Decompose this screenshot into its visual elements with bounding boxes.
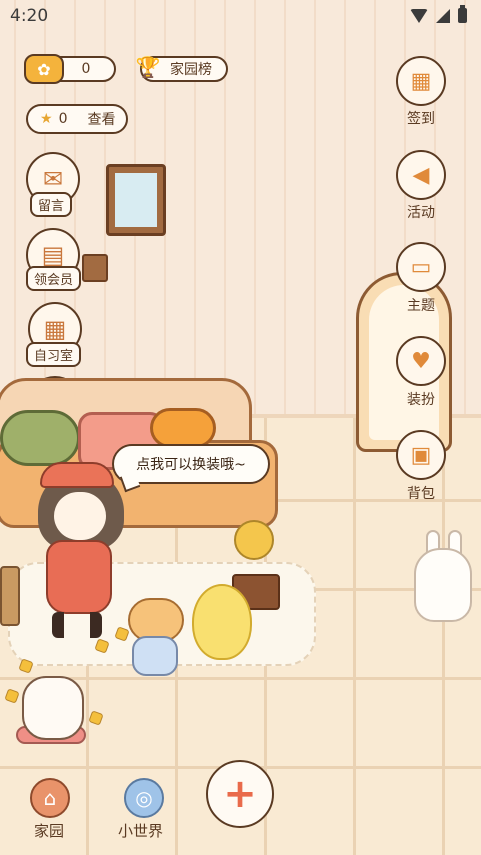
add-button[interactable]: + [206, 760, 274, 828]
house-icon: ⌂ [43, 786, 57, 810]
dress-up-button[interactable]: ♥ [396, 336, 446, 386]
planet-icon: ◎ [135, 786, 153, 810]
megaphone-icon: ◀ [412, 162, 430, 188]
backpack-button[interactable]: ▣ [396, 430, 446, 480]
status-bar: 4:20 [0, 0, 481, 32]
rabbit-plush[interactable] [414, 548, 472, 622]
coin-value: 0 [81, 61, 91, 77]
avatar-face [54, 492, 106, 540]
trophy-icon: 🏆 [135, 55, 161, 79]
status-time: 4:20 [10, 6, 49, 26]
theme-label: 主题 [407, 298, 435, 314]
desk-icon: ▦ [43, 315, 67, 343]
plus-icon: + [223, 771, 257, 817]
checkin-button[interactable]: ▦ [396, 56, 446, 106]
activity-button[interactable]: ◀ [396, 150, 446, 200]
view-button[interactable]: ★ 0 查看 [26, 104, 128, 134]
membership-label: 领会员 [26, 266, 82, 291]
view-count: 0 [58, 111, 68, 127]
dress-up-label: 装扮 [407, 392, 435, 408]
lucky-cat[interactable] [22, 676, 84, 740]
calendar-icon: ▦ [410, 68, 432, 94]
home-ranking-label: 家园榜 [170, 62, 212, 78]
wall-picture-frame [106, 164, 166, 236]
theme-button[interactable]: ▭ [396, 242, 446, 292]
camera-prop [0, 566, 20, 626]
pet-egg[interactable] [192, 584, 252, 660]
orange-pillow [150, 408, 216, 448]
membership-card-icon: ▤ [41, 241, 65, 269]
world-nav-button[interactable]: ◎ [124, 778, 164, 818]
message-label: 留言 [30, 192, 73, 217]
view-label: 查看 [87, 112, 116, 128]
green-pillow [0, 410, 80, 466]
activity-label: 活动 [407, 205, 435, 221]
avatar-character[interactable] [46, 540, 112, 614]
home-nav-label: 家园 [34, 822, 65, 840]
checkin-label: 签到 [407, 111, 435, 127]
study-room-label: 自习室 [26, 342, 82, 367]
paint-roller-icon: ▭ [410, 254, 432, 280]
note-icon: ✉ [42, 165, 64, 193]
battery-icon [458, 5, 467, 23]
backpack-label: 背包 [407, 486, 435, 502]
status-icons [410, 5, 467, 23]
backpack-icon: ▣ [410, 442, 432, 468]
wifi-icon [410, 8, 428, 23]
star-icon: ★ [40, 111, 53, 127]
wand-icon: ♥ [411, 348, 431, 374]
world-nav-label: 小世界 [118, 822, 164, 840]
gramophone-horn [234, 520, 274, 560]
cat-pet[interactable] [132, 636, 178, 676]
home-nav-button[interactable]: ⌂ [30, 778, 70, 818]
paw-coin-icon: ✿ [24, 54, 64, 84]
avatar-hat [40, 462, 114, 488]
avatar-legs [52, 612, 102, 638]
speech-bubble-text: 点我可以换装哦~ [136, 457, 246, 473]
speech-bubble[interactable]: 点我可以换装哦~ [112, 444, 270, 484]
small-picture-frame [82, 254, 108, 282]
signal-icon [436, 8, 450, 23]
